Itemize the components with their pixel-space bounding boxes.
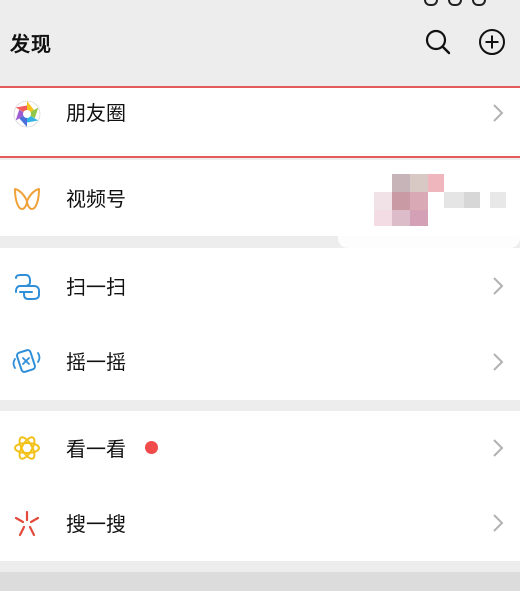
list-item-moments[interactable]: 朋友圈 [0, 86, 520, 158]
highlight-border-top [0, 86, 520, 88]
list-item-label: 搜一搜 [66, 512, 126, 536]
list-item-label: 看一看 [66, 437, 126, 461]
tools-group: 扫一扫 摇一摇 [0, 248, 520, 400]
status-bar [0, 0, 520, 10]
moments-camera-icon [13, 100, 41, 128]
search-spark-icon [14, 510, 40, 537]
chevron-right-icon [493, 353, 504, 371]
plus-circle-icon [479, 29, 505, 55]
chevron-right-icon [493, 104, 504, 122]
list-item-label: 扫一扫 [66, 275, 126, 299]
signal-icon [424, 0, 438, 6]
search-icon [425, 29, 451, 55]
list-item-label: 视频号 [66, 187, 126, 211]
search-button[interactable] [424, 28, 452, 56]
list-item-shake[interactable]: 摇一摇 [0, 324, 520, 400]
top-stories-icon [14, 436, 40, 460]
highlight-border-bottom [0, 156, 520, 158]
chevron-right-icon [493, 514, 504, 532]
chevron-right-icon [493, 439, 504, 457]
moments-group: 朋友圈 [0, 86, 520, 158]
status-icons [424, 0, 486, 6]
list-item-top-stories[interactable]: 看一看 [0, 411, 520, 485]
notification-dot [145, 441, 158, 454]
chevron-right-icon [493, 277, 504, 295]
page-title: 发现 [10, 32, 52, 56]
list-item-scan[interactable]: 扫一扫 [0, 248, 520, 324]
wifi-icon [448, 0, 462, 6]
battery-icon [472, 0, 486, 6]
bottom-gap [0, 572, 520, 591]
list-item-search[interactable]: 搜一搜 [0, 485, 520, 561]
add-button[interactable] [478, 28, 506, 56]
shake-phone-icon [12, 349, 41, 373]
channels-butterfly-icon [14, 188, 40, 210]
header-bar: 发现 [0, 10, 520, 74]
list-item-label: 摇一摇 [66, 350, 126, 374]
scan-icon [15, 274, 40, 300]
content-group: 看一看 搜一搜 [0, 411, 520, 561]
list-item-label: 朋友圈 [66, 101, 126, 125]
